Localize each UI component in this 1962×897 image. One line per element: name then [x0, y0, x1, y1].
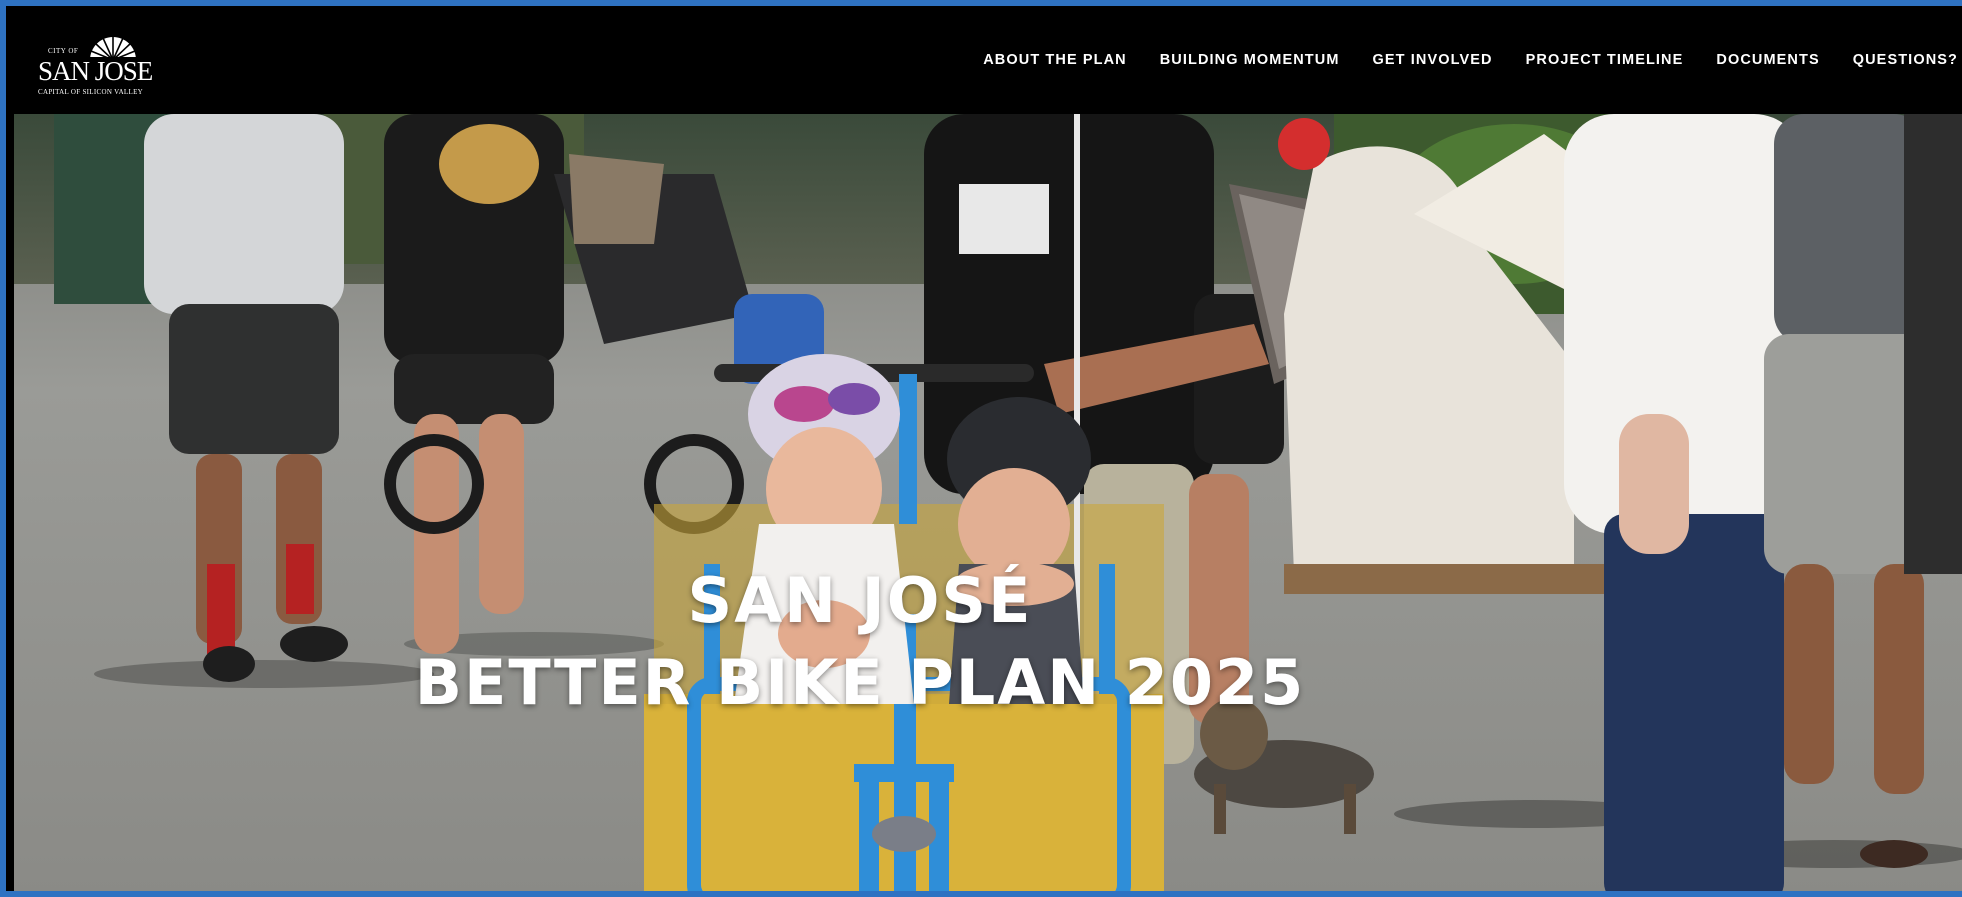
nav-documents[interactable]: DOCUMENTS [1716, 52, 1819, 68]
nav-get-involved[interactable]: GET INVOLVED [1373, 52, 1493, 68]
nav-project-timeline[interactable]: PROJECT TIMELINE [1526, 52, 1684, 68]
browser-frame: CITY OF SAN JOSE CAPITAL OF SILICON VALL… [0, 0, 1962, 897]
nav-questions[interactable]: QUESTIONS? [1853, 52, 1958, 68]
logo-city-text: CITY OF [48, 47, 79, 55]
hero-banner: SAN JOSÉ BETTER BIKE PLAN 2025 [14, 114, 1962, 891]
nav-about-the-plan[interactable]: ABOUT THE PLAN [983, 52, 1126, 68]
hero-photo [14, 114, 1962, 891]
city-logo-link[interactable]: CITY OF SAN JOSE CAPITAL OF SILICON VALL… [34, 26, 154, 98]
logo-tagline: CAPITAL OF SILICON VALLEY [38, 88, 144, 96]
main-navigation: ABOUT THE PLAN BUILDING MOMENTUM GET INV… [950, 6, 1962, 114]
nav-building-momentum[interactable]: BUILDING MOMENTUM [1160, 52, 1340, 68]
site-header: CITY OF SAN JOSE CAPITAL OF SILICON VALL… [6, 6, 1962, 114]
logo-city-name: SAN JOSE [38, 56, 153, 86]
